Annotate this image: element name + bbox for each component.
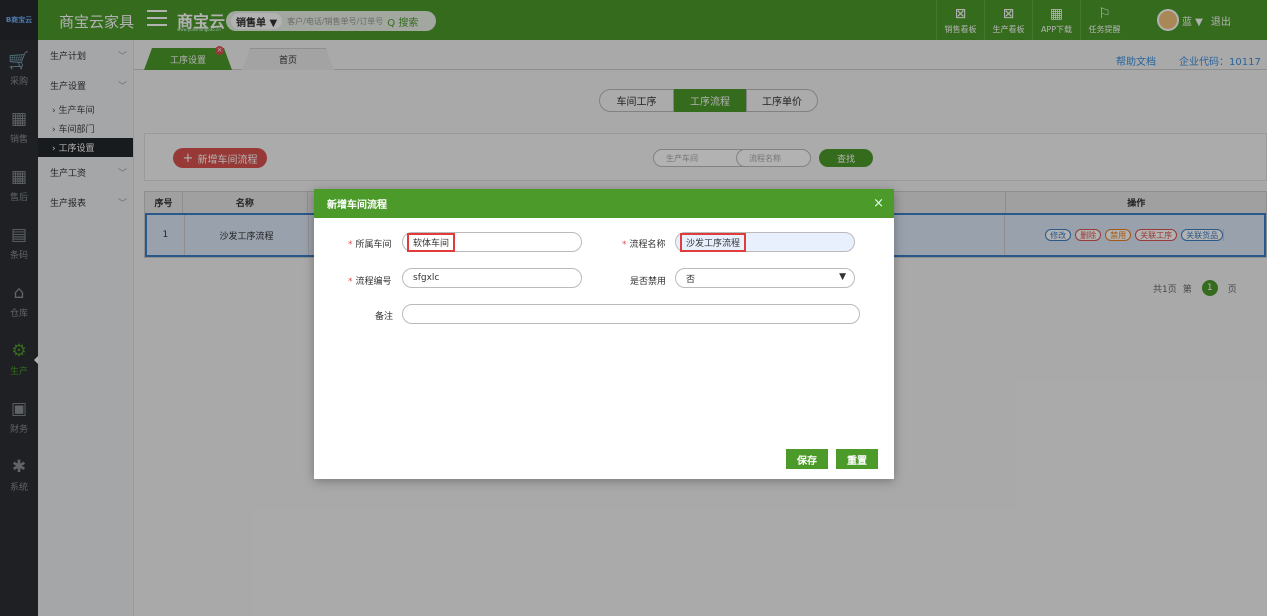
workshop-label: * 所属车间 — [348, 237, 392, 250]
save-button[interactable]: 保存 — [786, 449, 828, 469]
flow-name-field[interactable]: 沙发工序流程 — [675, 232, 855, 252]
required-mark: * — [348, 240, 353, 250]
flow-name-label: * 流程名称 — [622, 237, 666, 250]
required-mark: * — [622, 240, 627, 250]
dialog-title: 新增车间流程 — [327, 200, 387, 211]
flow-code-field[interactable]: sfgxlc — [402, 268, 582, 288]
dropdown-arrow-icon: ▼ — [839, 272, 846, 282]
flow-code-label: * 流程编号 — [348, 274, 392, 287]
flow-code-label-text: 流程编号 — [355, 277, 392, 287]
reset-button[interactable]: 重置 — [836, 449, 878, 469]
workshop-label-text: 所属车间 — [355, 240, 392, 250]
add-flow-dialog: 新增车间流程 × * 所属车间 软体车间 * 流程名称 沙发工序流程 * 流程编号 s… — [314, 189, 894, 479]
required-mark: * — [348, 277, 353, 287]
disabled-label: 是否禁用 — [630, 277, 667, 287]
disabled-select[interactable]: 否 ▼ — [675, 268, 855, 288]
flow-name-label-text: 流程名称 — [629, 240, 666, 250]
note-label: 备注 — [375, 312, 394, 322]
workshop-field[interactable]: 软体车间 — [402, 232, 582, 252]
close-icon[interactable]: × — [873, 196, 884, 211]
note-field[interactable] — [402, 304, 860, 324]
flow-name-value: 沙发工序流程 — [680, 232, 747, 252]
workshop-value: 软体车间 — [407, 232, 456, 252]
disabled-value: 否 — [686, 274, 696, 285]
dialog-header: 新增车间流程 × — [314, 189, 894, 218]
